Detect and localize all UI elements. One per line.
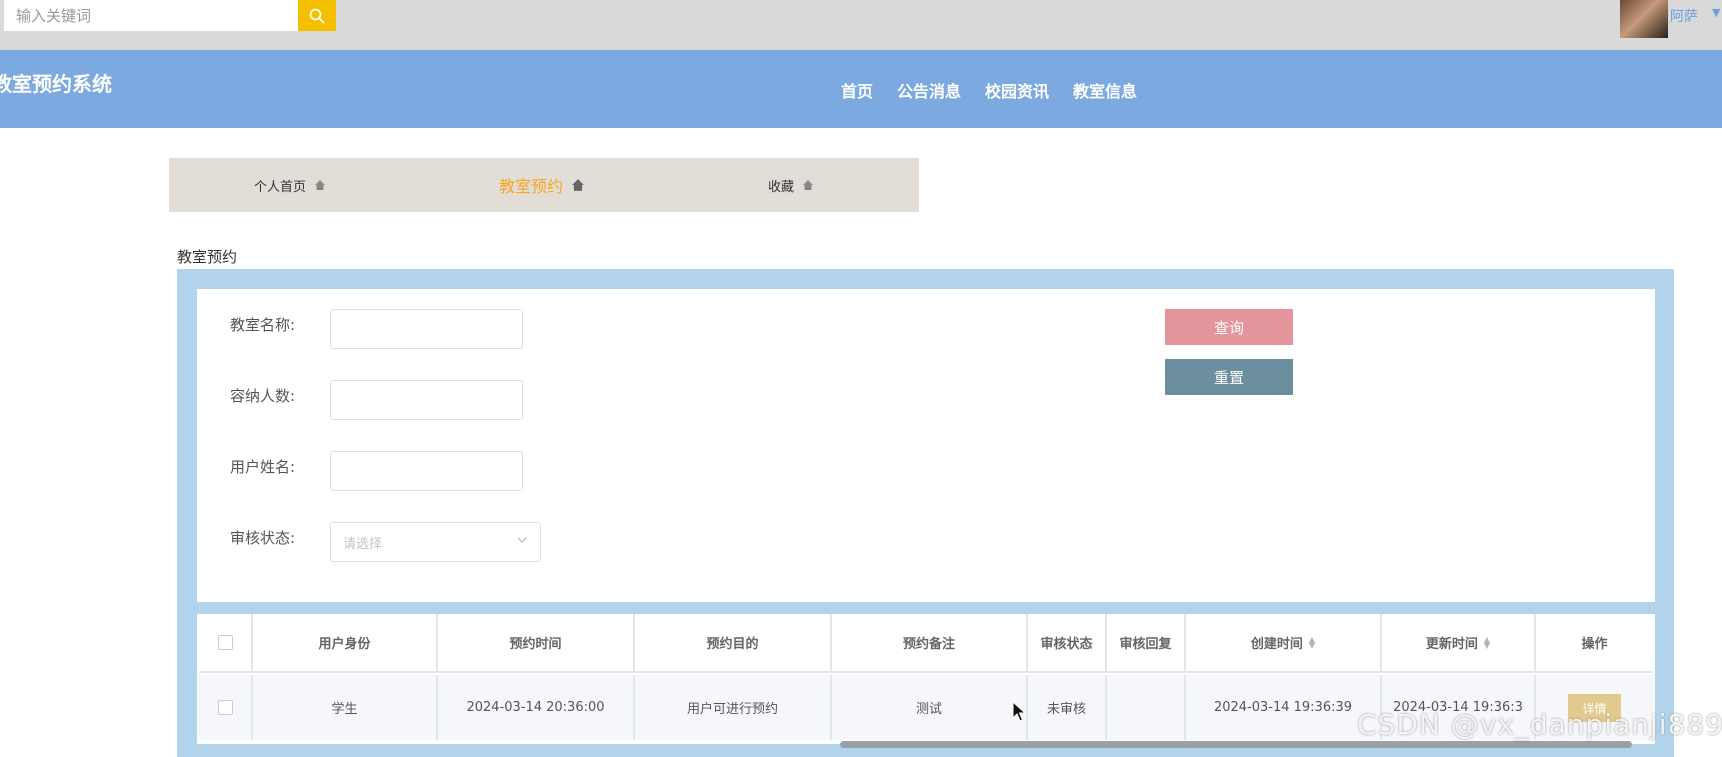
reset-button[interactable]: 重置 [1165,359,1293,395]
column-header: 审核状态 [1028,614,1107,673]
column-header: 预约目的 [635,614,832,673]
sort-icon[interactable]: ▲ ▼ [1484,635,1490,649]
tab-label: 教室预约 [499,177,564,196]
capacity-input[interactable] [330,380,523,420]
column-header: 用户身份 [253,614,438,673]
avatar[interactable] [1620,0,1668,38]
search-icon [309,8,325,23]
tab-classroom-reservation[interactable]: 教室预约 [499,158,585,212]
nav-classroom-info[interactable]: 教室信息 [1073,78,1137,102]
tab-label: 个人首页 [254,179,307,195]
center-tabs: 个人首页 教室预约 收藏 [169,158,919,212]
row-select-cell [199,675,253,740]
column-header-created[interactable]: 创建时间 ▲ ▼ [1186,614,1382,673]
chevron-down-icon [517,537,527,544]
horizontal-scrollbar[interactable] [840,741,1632,748]
table-cell: 2024-03-14 20:36:00 [438,675,635,740]
caret-down-icon[interactable]: ▼ [1712,6,1720,19]
tab-label: 收藏 [768,179,795,195]
classroom-name-input[interactable] [330,309,523,349]
user-name-input[interactable] [330,451,523,491]
column-header-label: 创建时间 [1250,637,1303,652]
nav-announcements[interactable]: 公告消息 [897,78,961,102]
column-header: 预约时间 [438,614,635,673]
capacity-label: 容纳人数: [230,387,296,405]
table-cell: 学生 [253,675,438,740]
select-placeholder: 请选择 [343,537,383,552]
home-icon [572,179,584,191]
select-all-checkbox[interactable] [217,635,233,650]
sort-icon[interactable]: ▲ ▼ [1309,635,1315,649]
tab-favorites[interactable]: 收藏 [768,158,814,212]
column-header: 操作 [1536,614,1653,673]
section-title: 教室预约 [177,248,238,266]
mouse-cursor-icon [1012,701,1026,722]
query-button[interactable]: 查询 [1165,309,1293,345]
status-cell: 未审核 [1028,675,1107,740]
nav-campus-news[interactable]: 校园资讯 [985,78,1049,102]
home-icon [315,180,326,190]
user-name-label: 用户姓名: [230,458,296,476]
column-header: 预约备注 [832,614,1028,673]
site-title: 教室预约系统 [0,72,112,96]
column-header-updated[interactable]: 更新时间 ▲ ▼ [1382,614,1536,673]
column-header: 审核回复 [1107,614,1186,673]
classroom-name-label: 教室名称: [230,316,296,334]
username[interactable]: 阿萨 [1670,6,1698,26]
table-cell: 测试 [832,675,1028,740]
table-cell: 用户可进行预约 [635,675,832,740]
tab-profile[interactable]: 个人首页 [254,158,326,212]
home-icon [803,180,814,190]
column-header-label: 更新时间 [1425,637,1478,652]
table-cell: 2024-03-14 19:36:39 [1186,675,1382,740]
table-cell [1107,675,1186,740]
search-button[interactable] [298,0,336,31]
nav-home[interactable]: 首页 [841,78,873,102]
select-all-cell [199,614,253,673]
row-checkbox[interactable] [217,700,233,715]
review-status-label: 审核状态: [230,529,296,547]
watermark: CSDN @vx_danpianji889 [1357,708,1722,741]
search-input[interactable] [4,0,298,31]
